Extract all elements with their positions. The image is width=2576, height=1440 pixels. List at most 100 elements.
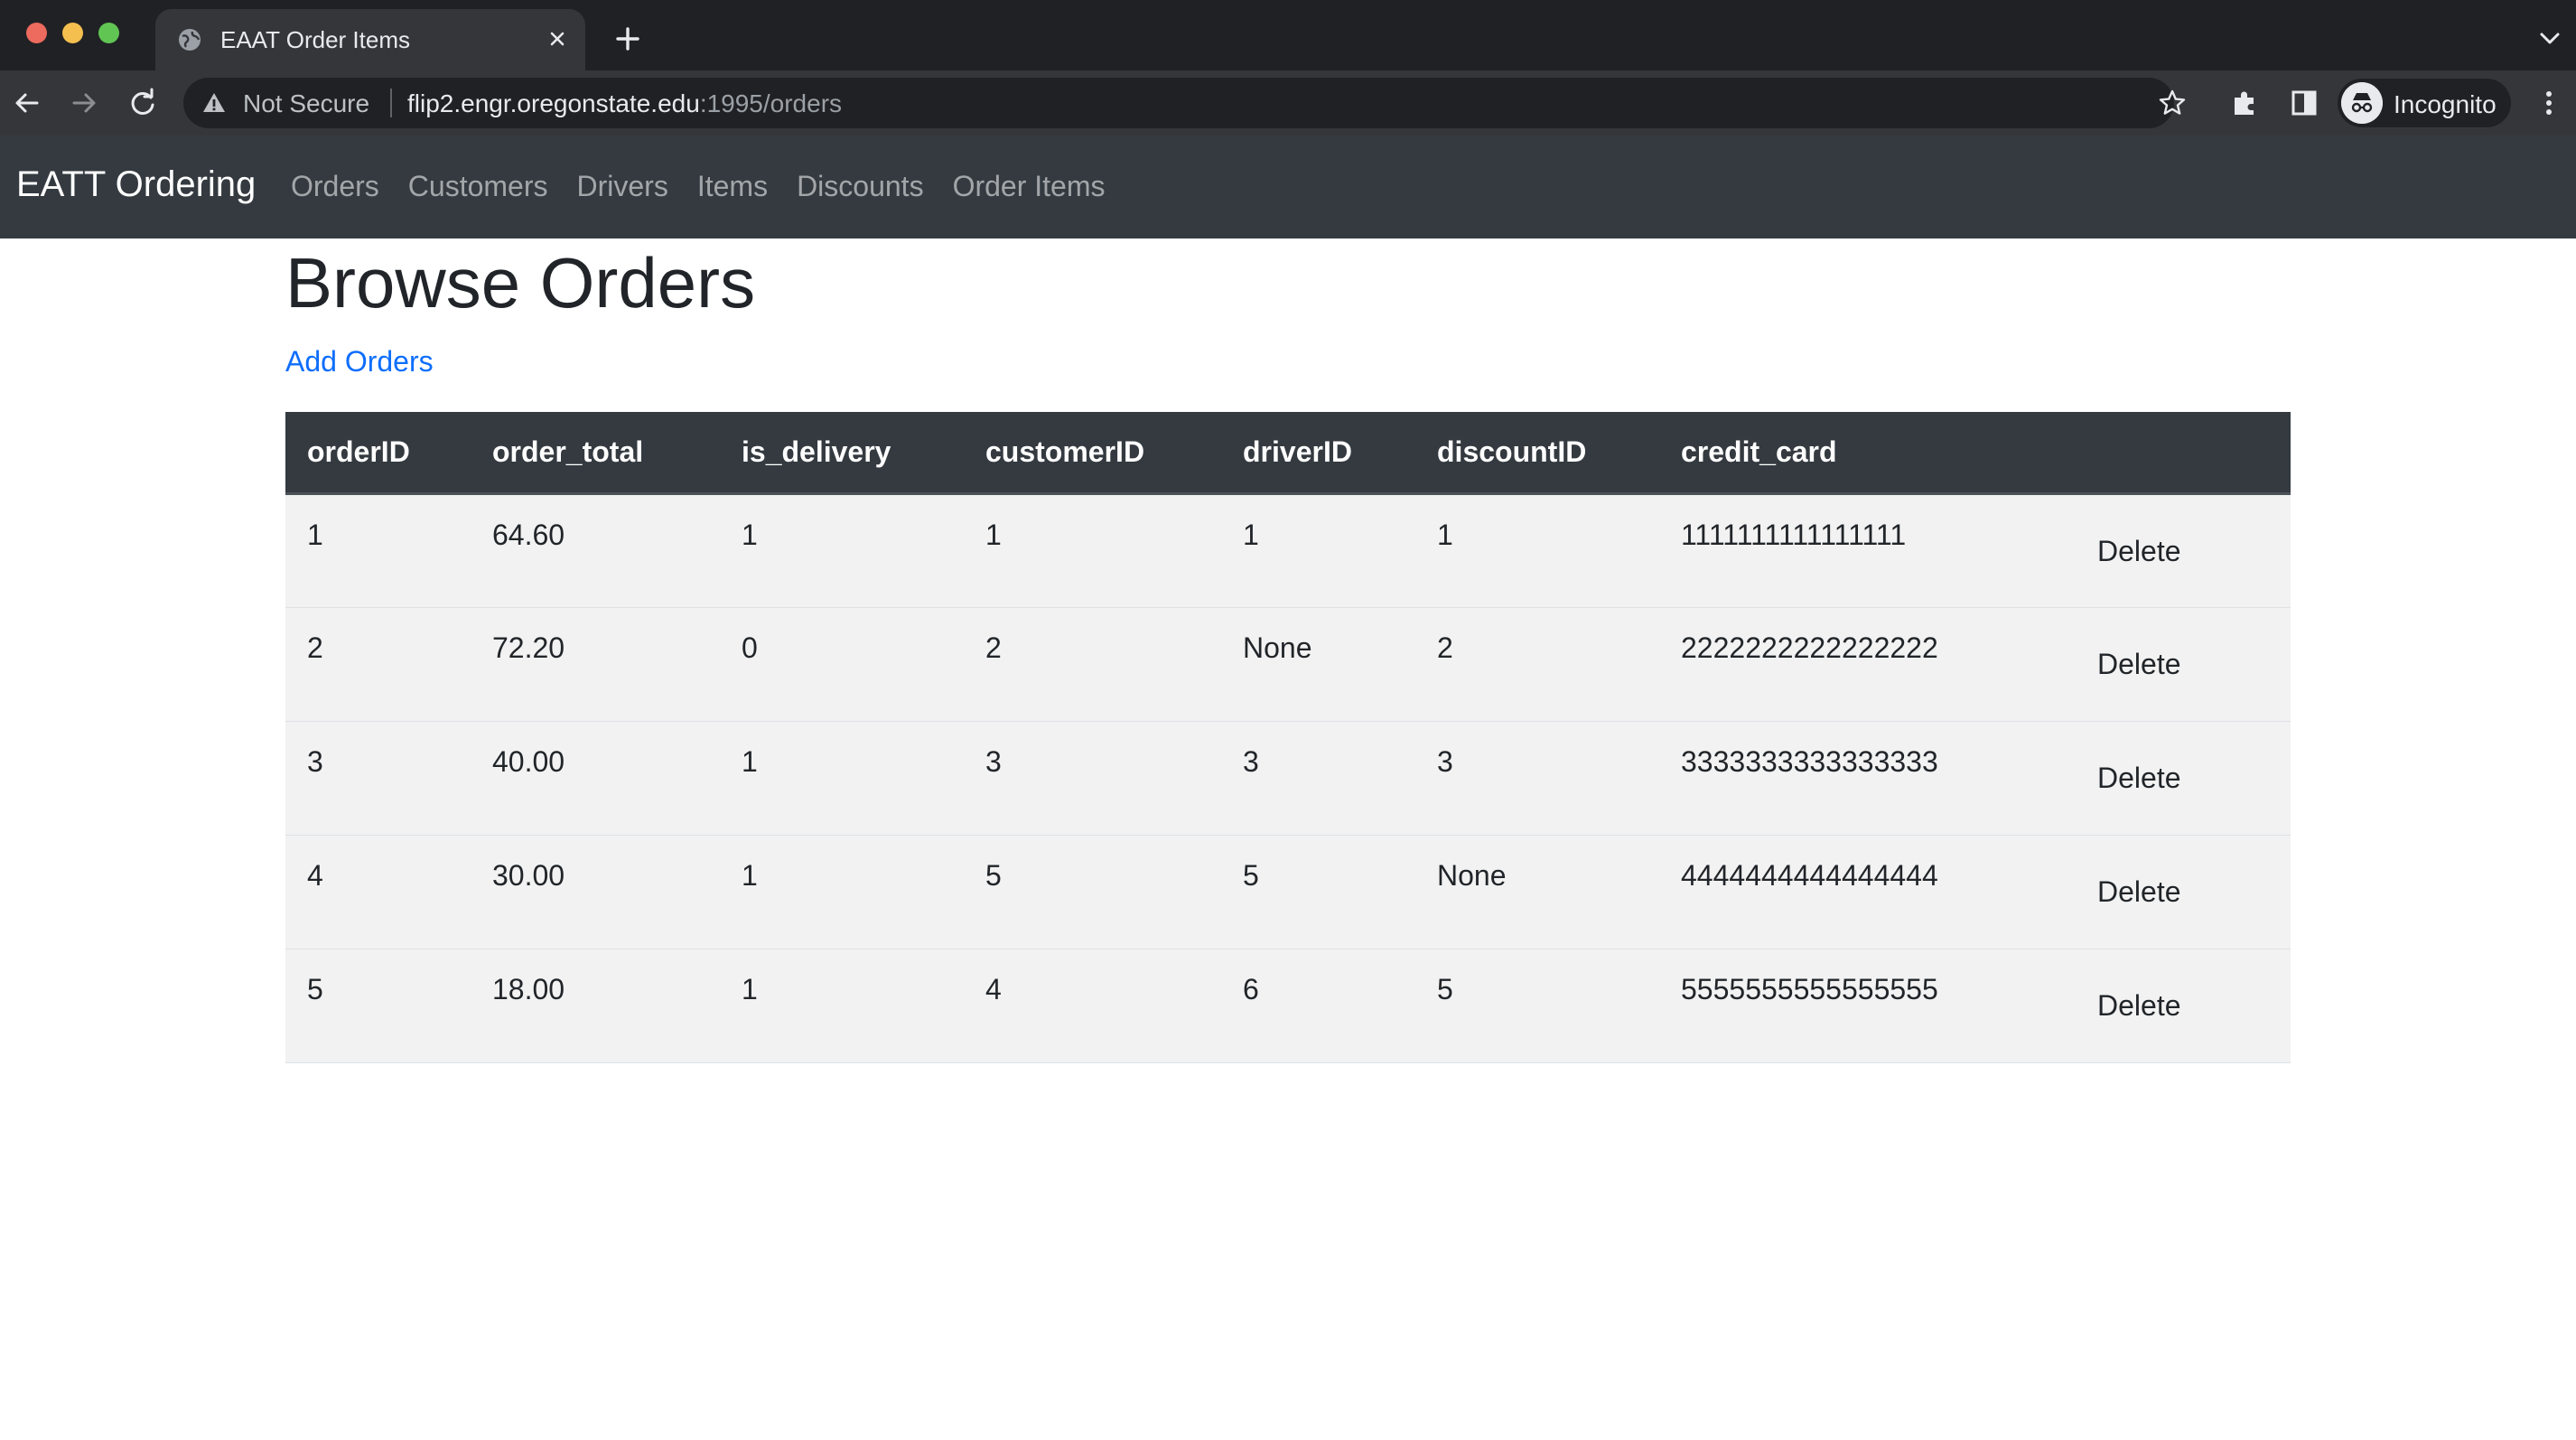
cell-text: 3 <box>1437 744 1453 778</box>
nav-link-drivers[interactable]: Drivers <box>577 170 668 203</box>
address-bar[interactable]: Not Secure flip2.engr.oregonstate.edu:19… <box>183 78 2186 128</box>
nav-link-items[interactable]: Items <box>697 170 768 203</box>
cell-text: 2 <box>1437 631 1453 664</box>
add-orders-link[interactable]: Add Orders <box>285 345 434 379</box>
cell-is-delivery: 1 <box>720 721 964 835</box>
cell-orderid: 5 <box>285 949 471 1062</box>
delete-button[interactable]: Delete <box>2097 535 2181 568</box>
nav-link-orders[interactable]: Orders <box>291 170 379 203</box>
url-separator <box>390 89 392 117</box>
cell-text: 40.00 <box>492 744 565 778</box>
nav-links: Orders Customers Drivers Items Discounts… <box>291 170 1105 203</box>
bookmark-star-icon[interactable] <box>2158 89 2187 117</box>
cell-text: 5555555555555555 <box>1681 972 1938 1005</box>
cell-text: 1 <box>742 744 758 778</box>
column-header-discountid: discountID <box>1415 412 1659 495</box>
back-arrow-icon[interactable] <box>11 87 43 119</box>
chevron-down-icon[interactable] <box>2536 27 2563 51</box>
incognito-icon <box>2341 82 2383 124</box>
cell-customerid: 4 <box>964 949 1221 1062</box>
globe-icon <box>179 29 201 51</box>
incognito-label: Incognito <box>2394 90 2497 118</box>
cell-text: 5 <box>307 972 323 1005</box>
cell-text: 4 <box>985 972 1002 1005</box>
delete-button[interactable]: Delete <box>2097 648 2181 681</box>
cell-credit-card: 3333333333333333 <box>1659 721 2070 835</box>
browser-tab[interactable]: EAAT Order Items <box>155 9 585 70</box>
url-host: flip2.engr.oregonstate.edu <box>407 89 700 117</box>
close-window-button[interactable] <box>26 23 47 43</box>
cell-text: 0 <box>742 631 758 664</box>
delete-button[interactable]: Delete <box>2097 762 2181 795</box>
more-options-icon[interactable] <box>2538 87 2560 119</box>
table-header-row: orderID order_total is_delivery customer… <box>285 412 2291 495</box>
extensions-puzzle-icon[interactable] <box>2229 87 2262 119</box>
cell-actions: Delete <box>2070 493 2291 607</box>
cell-driverid: 5 <box>1221 835 1415 949</box>
column-header-orderid: orderID <box>285 412 471 495</box>
page-title: Browse Orders <box>285 243 756 323</box>
cell-discountid: 3 <box>1415 721 1659 835</box>
cell-text: 2 <box>985 631 1002 664</box>
cell-text: 2222222222222222 <box>1681 631 1938 664</box>
maximize-window-button[interactable] <box>98 23 119 43</box>
cell-actions: Delete <box>2070 835 2291 949</box>
cell-text: 3 <box>1243 744 1259 778</box>
cell-driverid: 6 <box>1221 949 1415 1062</box>
column-header-customerid: customerID <box>964 412 1221 495</box>
cell-customerid: 2 <box>964 607 1221 721</box>
site-navbar: EATT Ordering Orders Customers Drivers I… <box>0 136 2576 238</box>
cell-credit-card: 4444444444444444 <box>1659 835 2070 949</box>
cell-text: 1 <box>742 858 758 892</box>
new-tab-icon[interactable] <box>612 23 643 54</box>
browser-tab-strip: EAAT Order Items <box>0 0 2576 70</box>
delete-button[interactable]: Delete <box>2097 875 2181 909</box>
cell-order-total: 40.00 <box>471 721 720 835</box>
orders-table: orderID order_total is_delivery customer… <box>285 412 2291 1063</box>
reload-icon[interactable] <box>126 87 159 119</box>
column-header-order-total: order_total <box>471 412 720 495</box>
forward-arrow-icon[interactable] <box>68 87 100 119</box>
cell-orderid: 2 <box>285 607 471 721</box>
url-path: :1995/orders <box>699 89 843 117</box>
cell-order-total: 72.20 <box>471 607 720 721</box>
cell-text: 1 <box>307 518 323 551</box>
cell-actions: Delete <box>2070 949 2291 1062</box>
cell-customerid: 1 <box>964 493 1221 607</box>
cell-text: 5 <box>1437 972 1453 1005</box>
nav-link-customers[interactable]: Customers <box>408 170 548 203</box>
delete-button[interactable]: Delete <box>2097 989 2181 1023</box>
table-row: 4 30.00 1 5 5 None 4444444444444444 Dele… <box>285 835 2291 949</box>
table-row: 5 18.00 1 4 6 5 5555555555555555 Delete <box>285 949 2291 1062</box>
column-header-driverid: driverID <box>1221 412 1415 495</box>
url-text[interactable]: flip2.engr.oregonstate.edu:1995/orders <box>407 89 842 118</box>
cell-credit-card: 5555555555555555 <box>1659 949 2070 1062</box>
minimize-window-button[interactable] <box>62 23 83 43</box>
cell-text: 4444444444444444 <box>1681 858 1938 892</box>
cell-driverid: 3 <box>1221 721 1415 835</box>
cell-text: 6 <box>1243 972 1259 1005</box>
nav-link-discounts[interactable]: Discounts <box>797 170 924 203</box>
cell-is-delivery: 1 <box>720 835 964 949</box>
cell-text: 72.20 <box>492 631 565 664</box>
cell-discountid: 2 <box>1415 607 1659 721</box>
warning-icon[interactable] <box>201 90 227 116</box>
browser-toolbar: Not Secure flip2.engr.oregonstate.edu:19… <box>0 70 2576 136</box>
cell-text: 3333333333333333 <box>1681 744 1938 778</box>
cell-order-total: 64.60 <box>471 493 720 607</box>
cell-credit-card: 2222222222222222 <box>1659 607 2070 721</box>
cell-text: 1 <box>1243 518 1259 551</box>
nav-link-order-items[interactable]: Order Items <box>953 170 1106 203</box>
cell-is-delivery: 0 <box>720 607 964 721</box>
brand-link[interactable]: EATT Ordering <box>16 164 256 205</box>
side-panel-icon[interactable] <box>2288 87 2320 119</box>
cell-orderid: 1 <box>285 493 471 607</box>
cell-orderid: 4 <box>285 835 471 949</box>
incognito-profile-button[interactable]: Incognito <box>2338 79 2511 127</box>
close-tab-icon[interactable] <box>544 25 571 52</box>
cell-text: 30.00 <box>492 858 565 892</box>
table-row: 3 40.00 1 3 3 3 3333333333333333 Delete <box>285 721 2291 835</box>
security-status-label[interactable]: Not Secure <box>243 89 369 118</box>
cell-text: 1 <box>1437 518 1453 551</box>
cell-is-delivery: 1 <box>720 949 964 1062</box>
